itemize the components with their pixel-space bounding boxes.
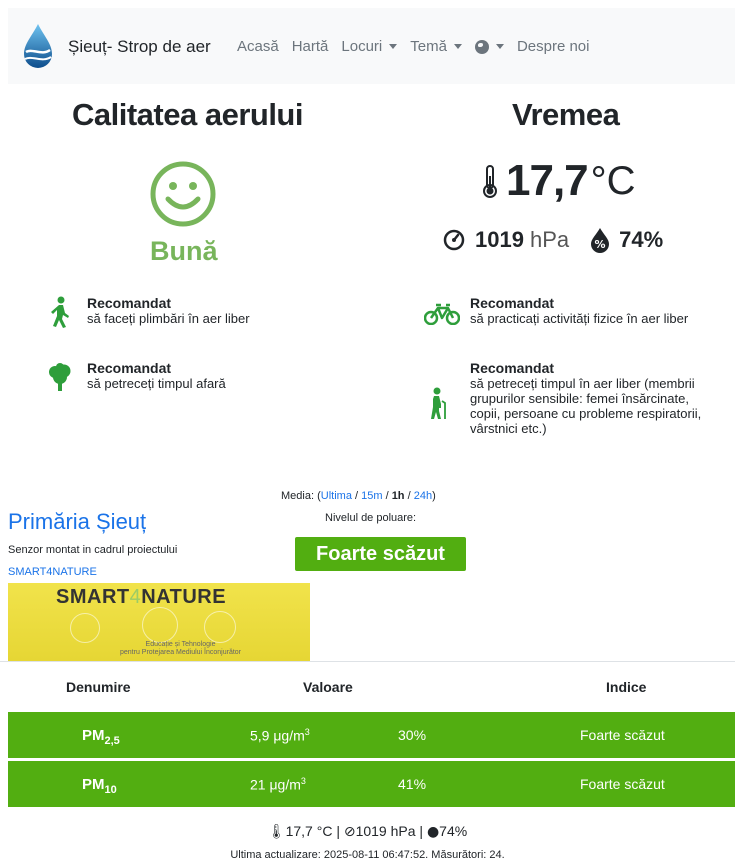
brand-name[interactable]: Șieuț- Strop de aer — [68, 37, 211, 57]
thermometer-icon — [483, 165, 497, 198]
pollutant-name-subscript: 10 — [104, 784, 117, 796]
recommendation-title: Recomandat — [87, 295, 172, 311]
temperature-unit: °C — [590, 158, 636, 203]
pollutant-name: PM2,5 — [82, 727, 120, 747]
pressure-value: 1019 — [475, 227, 524, 252]
table-row: PM10 21 μg/m3 41% Foarte scăzut — [8, 761, 735, 807]
pollutant-index: Foarte scăzut — [580, 727, 665, 743]
nav-places-label: Locuri — [341, 38, 383, 55]
table-header-value: Valoare — [303, 679, 353, 695]
banner-title-smart: SMART — [56, 586, 130, 608]
pollutant-name: PM10 — [82, 776, 117, 796]
humidity-value: 74% — [619, 227, 664, 252]
average-option-1h-selected[interactable]: 1h — [392, 490, 405, 502]
table-header-name: Denumire — [66, 679, 131, 695]
humidity-drop-icon: ● — [426, 824, 440, 840]
svg-text:%: % — [595, 238, 606, 251]
footer-weather-summary: 🌡17,7 °C | ⊘1019 hPa | ●74% — [0, 823, 735, 840]
banner-title-nature: NATURE — [141, 586, 227, 608]
banner-title-four: 4 — [129, 586, 142, 608]
tree-icon — [49, 363, 71, 391]
navbar: Șieuț- Strop de aer Acasă Hartă Locuri T… — [8, 8, 735, 84]
sensor-site-title[interactable]: Primăria Șieuț — [8, 509, 146, 535]
recommendation-title: Recomandat — [87, 360, 172, 376]
recommendation-text: să faceți plimbări în aer liber — [87, 311, 250, 326]
nav-places-dropdown[interactable]: Locuri — [341, 38, 398, 55]
banner-subtitle-line1: Educație și Tehnologie — [145, 641, 216, 648]
pollutant-value-unit-exponent: 3 — [304, 727, 310, 737]
average-option-24h[interactable]: 24h — [414, 490, 432, 502]
banner-circle-decoration — [70, 613, 100, 643]
gauge-icon: ⊘ — [343, 824, 356, 840]
recommendation-1: Recomandat să faceți plimbări în aer lib… — [87, 295, 307, 327]
walking-icon — [51, 296, 69, 328]
pollutant-value: 21 μg/m3 — [250, 776, 306, 793]
thermometer-icon: 🌡 — [267, 824, 286, 840]
footer-humidity: 74% — [439, 823, 468, 839]
nav-home[interactable]: Acasă — [237, 38, 279, 55]
recommendation-text: să petreceți timpul în aer liber (membri… — [470, 376, 702, 436]
nav-language-dropdown[interactable] — [474, 38, 504, 55]
footer-pressure: 1019 hPa | — [355, 823, 427, 839]
globe-icon — [474, 39, 489, 54]
recommendation-title: Recomandat — [470, 295, 555, 311]
air-quality-heading: Calitatea aerului — [72, 97, 303, 132]
smiley-face-icon — [150, 161, 216, 227]
gauge-icon — [443, 229, 465, 251]
recommendation-text: să petreceți timpul afară — [87, 376, 226, 391]
project-link[interactable]: SMART4NATURE — [8, 566, 97, 578]
pollutant-value: 5,9 μg/m3 — [250, 727, 310, 744]
table-top-border — [0, 661, 735, 662]
table-row: PM2,5 5,9 μg/m3 30% Foarte scăzut — [8, 712, 735, 758]
pollutant-value-unit-exponent: 3 — [300, 776, 306, 786]
bicycle-icon — [424, 303, 460, 325]
sensor-description: Senzor montat in cadrul proiectului — [8, 544, 178, 556]
pollution-level-badge: Foarte scăzut — [295, 537, 466, 571]
water-drop-logo-icon[interactable] — [20, 22, 56, 70]
recommendation-2: Recomandat să practicați activități fizi… — [470, 295, 720, 327]
air-quality-status: Bună — [150, 236, 218, 266]
humidity-drop-icon: % — [591, 228, 610, 253]
table-header-index: Indice — [606, 679, 647, 695]
recommendation-title: Recomandat — [470, 360, 555, 376]
nav-map[interactable]: Hartă — [292, 38, 329, 55]
banner-circle-decoration — [142, 607, 178, 643]
nav-links: Acasă Hartă Locuri Temă Despre noi — [237, 38, 602, 55]
average-option-15m[interactable]: 15m — [361, 490, 382, 502]
pollutant-percent: 41% — [398, 776, 427, 792]
pollutant-name-text: PM — [82, 776, 105, 793]
pollutant-value-text: 5,9 μg/m — [250, 727, 305, 744]
temperature-value: 17,7 — [506, 156, 589, 205]
recommendation-text: să practicați activități fizice în aer l… — [470, 311, 689, 326]
average-option-last[interactable]: Ultima — [321, 490, 352, 502]
last-update-text: Ultima actualizare: 2025-08-11 06:47:52.… — [230, 849, 505, 861]
pollutant-name-subscript: 2,5 — [104, 735, 120, 747]
pollutant-value-text: 21 μg/m — [250, 776, 301, 793]
recommendation-4: Recomandat să petreceți timpul în aer li… — [470, 360, 720, 437]
smart4nature-banner[interactable]: SMART4NATURE Educație și Tehnologie pent… — [8, 583, 310, 661]
pressure-unit: hPa — [529, 227, 570, 252]
elderly-person-icon — [431, 387, 446, 419]
pollutant-name-text: PM — [82, 727, 105, 744]
recommendation-3: Recomandat să petreceți timpul afară — [87, 360, 307, 392]
banner-subtitle-line2: pentru Protejarea Mediului Înconjurător — [120, 649, 242, 656]
caret-down-icon — [495, 44, 504, 49]
nav-theme-label: Temă — [410, 38, 447, 55]
footer-temperature: 17,7 °C | — [285, 823, 344, 839]
pollution-level-label: Nivelul de poluare: — [325, 512, 417, 524]
banner-circle-decoration — [204, 611, 236, 643]
nav-theme-dropdown[interactable]: Temă — [410, 38, 462, 55]
pollutant-percent: 30% — [398, 727, 427, 743]
temperature-display: 17,7 °C — [482, 156, 636, 206]
average-label: Media: — [281, 490, 315, 502]
weather-heading: Vremea — [512, 97, 620, 132]
caret-down-icon — [453, 44, 462, 49]
pressure-humidity-display: 1019 hPa % 74% — [443, 227, 663, 253]
banner-subtitle: Educație și Tehnologie pentru Protejarea… — [120, 641, 241, 657]
caret-down-icon — [389, 44, 398, 49]
banner-title: SMART4NATURE — [56, 586, 226, 609]
pollutant-index: Foarte scăzut — [580, 776, 665, 792]
average-selector: Media: (Ultima / 15m / 1h / 24h) — [281, 490, 436, 502]
nav-about[interactable]: Despre noi — [517, 38, 590, 55]
